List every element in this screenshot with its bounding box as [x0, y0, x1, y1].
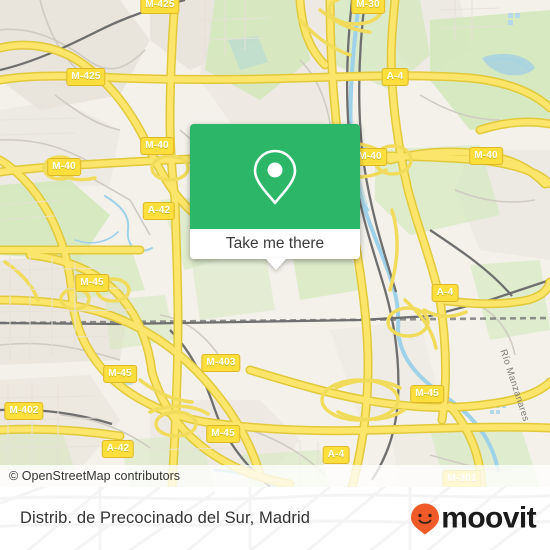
moovit-wordmark: moovit	[441, 501, 536, 535]
road-shield: A-4	[381, 68, 409, 86]
road-shield: M-45	[410, 385, 444, 403]
road-shield: A-4	[431, 284, 459, 302]
map-pin-icon	[253, 149, 297, 204]
road-shield: M-402	[4, 402, 44, 420]
popup-icon-area	[190, 124, 360, 229]
road-shield: A-4	[322, 446, 350, 464]
road-shield: A-42	[101, 440, 135, 458]
screenshot-root: M-425 M-30 M-425 A-4 M-40 M-40 M-40 M-40 A-42 A-4…	[0, 0, 550, 550]
take-me-there-button[interactable]: Take me there	[190, 229, 360, 259]
moovit-logo[interactable]: moovit	[410, 501, 537, 535]
road-shield: M-40	[47, 158, 81, 176]
road-shield: M-425	[140, 0, 180, 14]
road-shield: M-40	[140, 137, 174, 155]
page-footer: Distrib. de Precocinado del Sur, Madrid …	[0, 487, 550, 550]
road-shield: M-425	[66, 68, 106, 86]
moovit-smiley-pin-icon	[411, 503, 440, 534]
road-shield: M-403	[201, 354, 241, 372]
road-shield: M-30	[351, 0, 385, 14]
road-shield: A-42	[142, 202, 176, 220]
popup-pointer-tail	[265, 258, 287, 270]
map-attribution: © OpenStreetMap contributors	[0, 465, 550, 487]
road-shield: M-45	[103, 365, 137, 383]
location-popup-card[interactable]: Take me there	[190, 124, 360, 259]
road-shield: M-45	[206, 425, 240, 443]
attribution-text: © OpenStreetMap contributors	[9, 469, 181, 483]
take-me-there-label: Take me there	[225, 235, 325, 252]
footer-location-title: Distrib. de Precocinado del Sur, Madrid	[20, 509, 311, 527]
road-shield: M-40	[469, 147, 503, 165]
road-shield: M-45	[75, 274, 109, 292]
